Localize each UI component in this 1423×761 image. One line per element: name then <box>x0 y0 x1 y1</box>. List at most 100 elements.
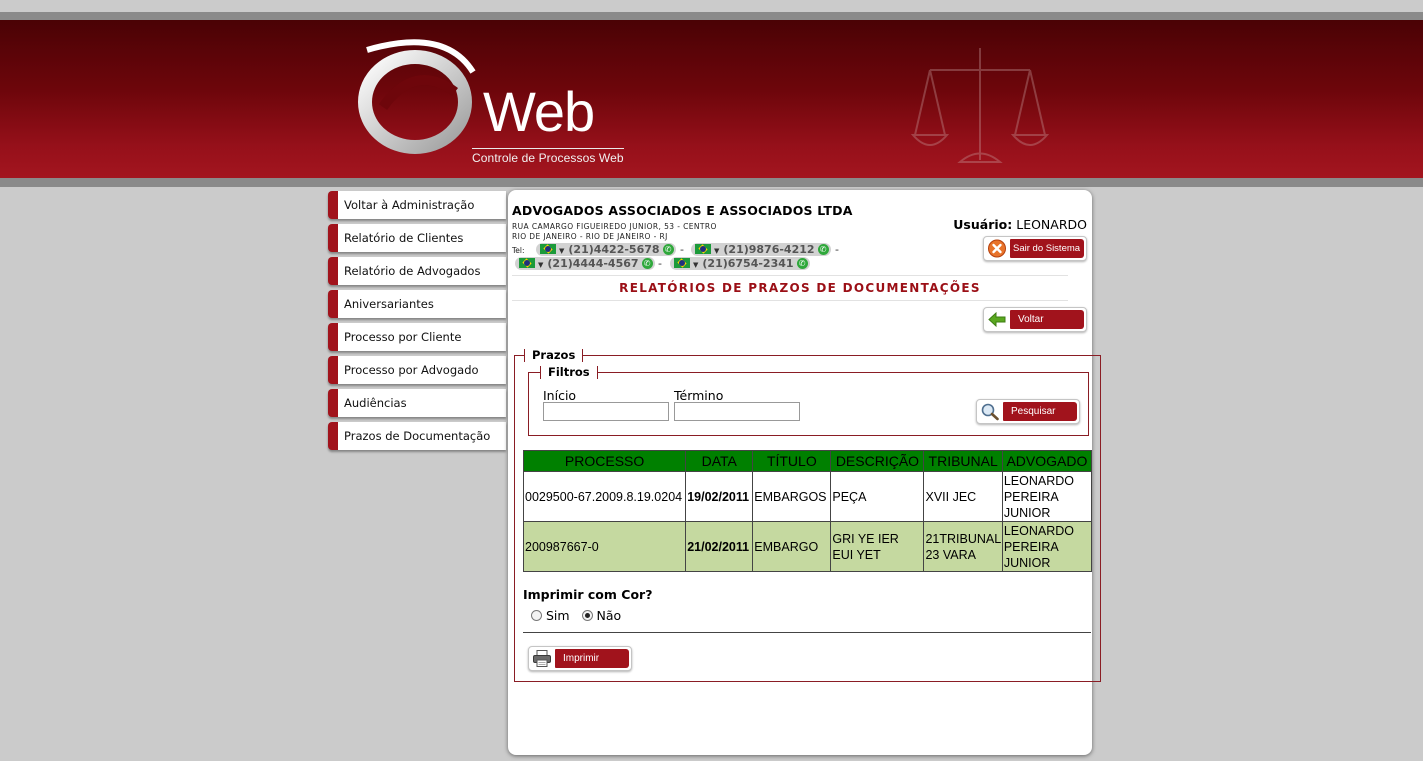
table-header-row: PROCESSO DATA TÍTULO DESCRIÇÃO TRIBUNAL … <box>522 450 1093 472</box>
sidebar-item-label: Audiências <box>344 396 407 410</box>
cell-data: 19/02/2011 <box>685 471 754 522</box>
printer-icon <box>533 650 551 667</box>
logout-label: Sair do Sistema <box>1010 239 1084 258</box>
phone-separator: - <box>835 243 839 256</box>
prazos-legend: Prazos <box>524 349 584 362</box>
search-icon <box>981 403 999 421</box>
close-circle-icon <box>988 239 1006 258</box>
cell-advogado: LEONARDO PEREIRA JUNIOR <box>1001 521 1093 572</box>
search-label: Pesquisar <box>1003 402 1077 421</box>
cell-titulo: EMBARGOS <box>752 471 832 522</box>
sidebar-item-label: Prazos de Documentação <box>344 429 491 443</box>
radio-sim[interactable] <box>531 610 542 621</box>
phone-number: (21)9876-4212 <box>723 243 815 256</box>
logo-underline <box>472 148 624 149</box>
sidebar-item-label: Voltar à Administração <box>344 198 475 212</box>
logo-subtitle: Controle de Processos Web <box>472 151 624 165</box>
sidebar-item-voltar-administracao[interactable]: Voltar à Administração <box>328 191 506 219</box>
divider <box>523 632 1091 633</box>
end-date-label: Término <box>674 388 724 403</box>
sidebar-item-label: Relatório de Clientes <box>344 231 464 245</box>
column-header-tribunal[interactable]: TRIBUNAL <box>923 450 1003 472</box>
sidebar-item-label: Processo por Cliente <box>344 330 462 344</box>
brazil-flag-icon <box>674 258 690 268</box>
radio-sim-label[interactable]: Sim <box>546 608 570 623</box>
user-label: Usuário: <box>953 217 1013 232</box>
sidebar-item-label: Relatório de Advogados <box>344 264 481 278</box>
header-bottom-border <box>0 178 1423 187</box>
column-header-processo[interactable]: PROCESSO <box>522 450 687 472</box>
sidebar-item-aniversariantes[interactable]: Aniversariantes <box>328 290 506 318</box>
cell-advogado: LEONARDO PEREIRA JUNIOR <box>1001 471 1093 522</box>
back-button[interactable]: Voltar <box>983 307 1087 332</box>
brazil-flag-icon <box>519 258 535 268</box>
phone-call-icon[interactable]: ✆ <box>817 243 829 255</box>
phone-separator: - <box>658 257 662 270</box>
logout-button[interactable]: Sair do Sistema <box>983 236 1087 261</box>
chevron-down-icon: ▼ <box>538 261 544 269</box>
phone-pill-4[interactable]: ▼ (21)6754-2341 ✆ <box>670 257 810 270</box>
chevron-down-icon: ▼ <box>559 247 565 255</box>
start-date-label: Início <box>543 388 577 403</box>
arrow-left-icon <box>988 311 1006 328</box>
print-color-options: Sim Não <box>531 608 621 623</box>
brazil-flag-icon <box>540 244 556 254</box>
filtros-legend: Filtros <box>540 366 598 379</box>
sidebar: Voltar à Administração Relatório de Clie… <box>328 191 506 455</box>
cell-processo: 200987667-0 <box>522 521 687 572</box>
sidebar-item-label: Processo por Advogado <box>344 363 479 377</box>
phone-pill-3[interactable]: ▼ (21)4444-4567 ✆ <box>515 257 655 270</box>
back-label: Voltar <box>1010 310 1084 329</box>
address-line-2: RIO DE JANEIRO - RIO DE JANEIRO - RJ <box>512 232 668 241</box>
phone-number: (21)4444-4567 <box>547 257 639 270</box>
phone-separator: - <box>680 243 684 256</box>
sidebar-item-label: Aniversariantes <box>344 297 434 311</box>
logo-text: Web <box>483 80 595 143</box>
cell-processo: 0029500-67.2009.8.19.0204 <box>522 471 687 522</box>
sidebar-item-processo-advogado[interactable]: Processo por Advogado <box>328 356 506 384</box>
address-line-1: RUA CAMARGO FIGUEIREDO JUNIOR, 53 - CENT… <box>512 222 717 231</box>
phone-call-icon[interactable]: ✆ <box>641 257 653 269</box>
column-header-data[interactable]: DATA <box>685 450 754 472</box>
table-row[interactable]: 0029500-67.2009.8.19.0204 19/02/2011 EMB… <box>522 471 1093 522</box>
end-date-input[interactable] <box>674 402 800 421</box>
phone-pill-1[interactable]: ▼ (21)4422-5678 ✆ <box>536 243 676 256</box>
scales-of-justice-icon <box>910 48 1050 163</box>
sidebar-item-audiencias[interactable]: Audiências <box>328 389 506 417</box>
print-button[interactable]: Imprimir <box>528 646 632 671</box>
cell-descricao: PEÇA <box>830 471 925 522</box>
sidebar-item-prazos-documentacao[interactable]: Prazos de Documentação <box>328 422 506 450</box>
divider <box>512 275 1068 276</box>
phone-number: (21)6754-2341 <box>702 257 794 270</box>
header-banner: Web Controle de Processos Web <box>0 20 1423 178</box>
company-name: ADVOGADOS ASSOCIADOS E ASSOCIADOS LTDA <box>512 203 853 218</box>
tel-label: Tel: <box>512 246 525 255</box>
chevron-down-icon: ▼ <box>714 247 720 255</box>
cell-titulo: EMBARGO <box>752 521 832 572</box>
search-button[interactable]: Pesquisar <box>976 399 1080 424</box>
phone-number: (21)4422-5678 <box>568 243 660 256</box>
company-address: RUA CAMARGO FIGUEIREDO JUNIOR, 53 - CENT… <box>512 222 717 242</box>
table-row[interactable]: 200987667-0 21/02/2011 EMBARGO GRI YE IE… <box>522 521 1093 572</box>
cell-data: 21/02/2011 <box>685 521 754 572</box>
column-header-advogado[interactable]: ADVOGADO <box>1001 450 1093 472</box>
print-label: Imprimir <box>555 649 629 668</box>
eweb-logo <box>358 39 476 154</box>
brazil-flag-icon <box>695 244 711 254</box>
radio-nao-label[interactable]: Não <box>596 608 621 623</box>
sidebar-item-processo-cliente[interactable]: Processo por Cliente <box>328 323 506 351</box>
column-header-titulo[interactable]: TÍTULO <box>752 450 832 472</box>
sidebar-item-relatorio-clientes[interactable]: Relatório de Clientes <box>328 224 506 252</box>
radio-nao[interactable] <box>581 610 593 621</box>
cell-tribunal: XVII JEC <box>923 471 1003 522</box>
start-date-input[interactable] <box>543 402 669 421</box>
header-top-border <box>0 12 1423 20</box>
phone-pill-2[interactable]: ▼ (21)9876-4212 ✆ <box>691 243 831 256</box>
print-color-question: Imprimir com Cor? <box>523 587 653 602</box>
phone-call-icon[interactable]: ✆ <box>796 257 808 269</box>
sidebar-item-relatorio-advogados[interactable]: Relatório de Advogados <box>328 257 506 285</box>
page-title: RELATÓRIOS DE PRAZOS DE DOCUMENTAÇÕES <box>619 281 981 295</box>
column-header-descricao[interactable]: DESCRIÇÃO <box>830 450 925 472</box>
main-panel: ADVOGADOS ASSOCIADOS E ASSOCIADOS LTDA R… <box>508 190 1101 755</box>
phone-call-icon[interactable]: ✆ <box>662 243 674 255</box>
